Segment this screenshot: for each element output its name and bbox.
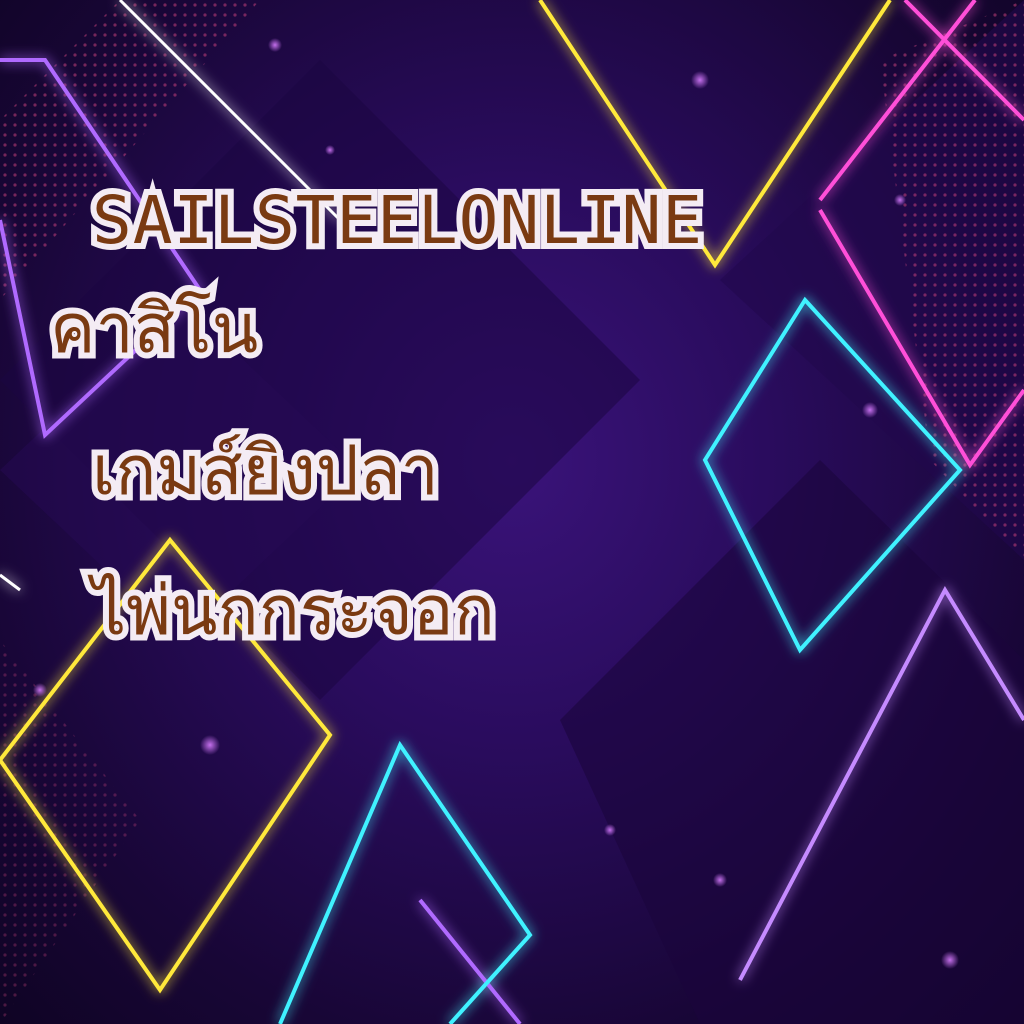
sparkle xyxy=(691,71,709,89)
sparkle xyxy=(268,38,282,52)
brand-title: SAILSTEELONLINE xyxy=(86,182,708,260)
dark-diamond-panel xyxy=(560,460,1024,1024)
sparkle xyxy=(604,824,616,836)
headline-casino: คาสิโน xyxy=(44,290,264,370)
neon-cyan-diamond xyxy=(278,740,533,1024)
headline-fishing-game: เกมส์ยิงปลา xyxy=(86,432,445,512)
sparkle xyxy=(33,683,47,697)
halftone-pattern xyxy=(0,640,140,1024)
sparkle xyxy=(862,402,878,418)
banner-canvas: SAILSTEELONLINE คาสิโน เกมส์ยิงปลา ไพ่นก… xyxy=(0,0,1024,1024)
sparkle xyxy=(713,873,727,887)
sparkle xyxy=(941,951,959,969)
neon-diamond-background xyxy=(0,0,1024,1024)
sparkle xyxy=(200,735,220,755)
headline-mahjong: ไพ่นกกระจอก xyxy=(86,572,501,652)
sparkle xyxy=(894,194,906,206)
neon-white-line xyxy=(0,573,21,592)
sparkle xyxy=(325,145,335,155)
